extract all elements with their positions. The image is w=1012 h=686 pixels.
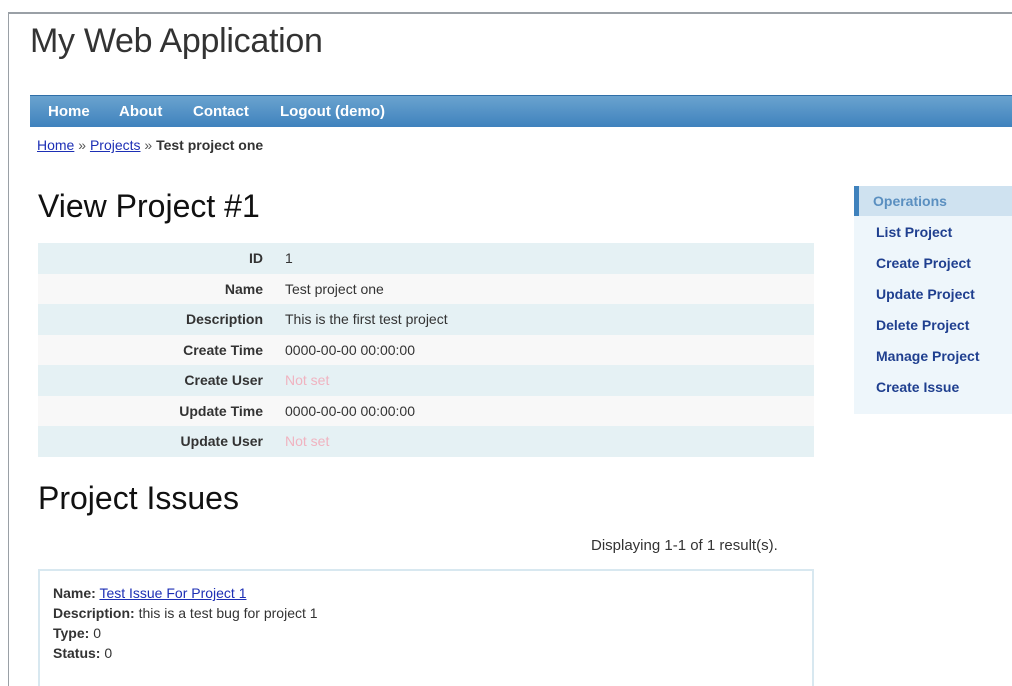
operation-delete-project[interactable]: Delete Project bbox=[876, 317, 1012, 348]
detail-row: Create Time 0000-00-00 00:00:00 bbox=[38, 334, 814, 365]
main-menu: Home About Contact Logout (demo) bbox=[30, 95, 1012, 127]
issue-type-label: Type: bbox=[53, 625, 90, 641]
page-title: View Project #1 bbox=[38, 188, 260, 224]
operation-update-project[interactable]: Update Project bbox=[876, 286, 1012, 317]
issue-description-value: this is a test bug for project 1 bbox=[138, 605, 318, 621]
operations-list: List Project Create Project Update Proje… bbox=[854, 216, 1012, 410]
detail-value-null: Not set bbox=[285, 433, 330, 450]
menu-item-home[interactable]: Home bbox=[48, 103, 90, 120]
operation-manage-project[interactable]: Manage Project bbox=[876, 348, 1012, 379]
issue-type-value: 0 bbox=[93, 625, 101, 641]
operations-title: Operations bbox=[854, 186, 1012, 216]
app-title: My Web Application bbox=[30, 22, 323, 60]
detail-row: Update User Not set bbox=[38, 426, 814, 457]
menu-item-about[interactable]: About bbox=[119, 103, 162, 120]
issue-name-label: Name: bbox=[53, 585, 96, 601]
issue-status-value: 0 bbox=[104, 645, 113, 661]
issue-status-line: Status: 0 bbox=[53, 643, 812, 663]
breadcrumb-projects-link[interactable]: Projects bbox=[90, 137, 141, 153]
breadcrumb-current: Test project one bbox=[156, 137, 264, 153]
operation-list-project[interactable]: List Project bbox=[876, 224, 1012, 255]
detail-value-null: Not set bbox=[285, 372, 330, 389]
detail-label: Description bbox=[185, 311, 263, 328]
issues-summary: Displaying 1-1 of 1 result(s). bbox=[591, 537, 778, 554]
issue-status-label: Status: bbox=[53, 645, 101, 661]
detail-label: Create Time bbox=[183, 341, 263, 358]
issues-heading: Project Issues bbox=[38, 480, 239, 516]
breadcrumb-home-link[interactable]: Home bbox=[37, 137, 74, 153]
detail-row: Update Time 0000-00-00 00:00:00 bbox=[38, 395, 814, 426]
issue-type-line: Type: 0 bbox=[53, 623, 812, 643]
detail-label: Update Time bbox=[179, 402, 263, 419]
operations-sidebar: Operations List Project Create Project U… bbox=[854, 186, 1012, 414]
detail-label: ID bbox=[249, 250, 263, 267]
detail-row: Name Test project one bbox=[38, 273, 814, 304]
issue-description-line: Description: this is a test bug for proj… bbox=[53, 603, 812, 623]
detail-value: Test project one bbox=[285, 280, 384, 297]
detail-label: Name bbox=[224, 280, 263, 297]
detail-label: Update User bbox=[180, 433, 263, 450]
detail-label: Create User bbox=[184, 372, 263, 389]
issue-name-line: Name: Test Issue For Project 1 bbox=[53, 583, 812, 603]
breadcrumb-separator: » bbox=[144, 137, 153, 153]
detail-row: Create User Not set bbox=[38, 365, 814, 396]
detail-value: 1 bbox=[285, 250, 293, 267]
issue-item: Name: Test Issue For Project 1 Descripti… bbox=[38, 569, 814, 686]
detail-value: 0000-00-00 00:00:00 bbox=[285, 341, 415, 358]
issue-description-label: Description: bbox=[53, 605, 135, 621]
issue-name-link[interactable]: Test Issue For Project 1 bbox=[99, 585, 246, 601]
breadcrumb-separator: » bbox=[78, 137, 87, 153]
operation-create-issue[interactable]: Create Issue bbox=[876, 379, 1012, 410]
detail-value: This is the first test project bbox=[285, 311, 448, 328]
detail-row: ID 1 bbox=[38, 243, 814, 274]
project-detail-table: ID 1 Name Test project one Description T… bbox=[38, 243, 814, 457]
detail-row: Description This is the first test proje… bbox=[38, 304, 814, 335]
menu-item-contact[interactable]: Contact bbox=[193, 103, 249, 120]
menu-item-logout[interactable]: Logout (demo) bbox=[280, 103, 385, 120]
detail-value: 0000-00-00 00:00:00 bbox=[285, 402, 415, 419]
operation-create-project[interactable]: Create Project bbox=[876, 255, 1012, 286]
breadcrumb: Home » Projects » Test project one bbox=[37, 137, 263, 153]
